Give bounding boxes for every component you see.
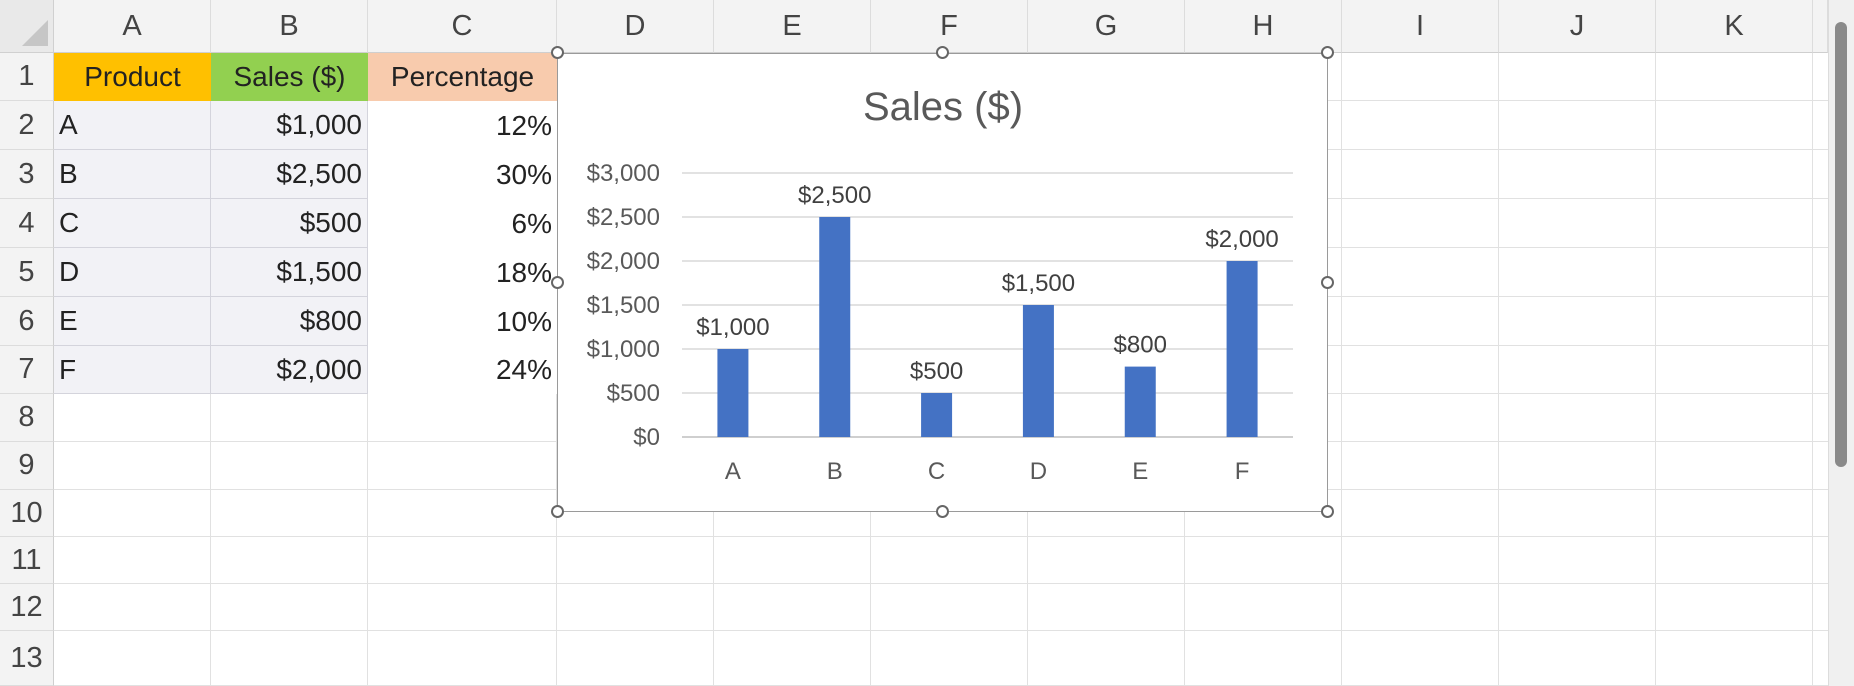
- bar-d[interactable]: [1022, 305, 1054, 437]
- resize-handle-top-left[interactable]: [551, 46, 564, 59]
- data-label-e: $800: [1114, 332, 1167, 359]
- data-label-c: $500: [910, 358, 963, 385]
- column-header-d[interactable]: D: [557, 0, 714, 53]
- resize-handle-bottom-left[interactable]: [551, 505, 564, 518]
- column-gridline: [1498, 53, 1499, 686]
- column-header-i[interactable]: I: [1342, 0, 1499, 53]
- column-header-c[interactable]: C: [368, 0, 557, 53]
- resize-handle-middle-left[interactable]: [551, 276, 564, 289]
- column-gridline: [1341, 53, 1342, 686]
- header-sales[interactable]: Sales ($): [211, 53, 368, 101]
- row-header-7[interactable]: 7: [0, 346, 54, 394]
- column-header-j[interactable]: J: [1499, 0, 1656, 53]
- bar-c[interactable]: [921, 393, 953, 437]
- bar-a[interactable]: [717, 349, 749, 437]
- chart-title: Sales ($): [863, 85, 1023, 129]
- resize-handle-bottom-right[interactable]: [1321, 505, 1334, 518]
- sales-bar-chart[interactable]: Sales ($) $0 $500 $1,000 $1,500 $2,000 $2,500…: [557, 53, 1328, 512]
- row-header-6[interactable]: 6: [0, 297, 54, 346]
- cell-sales[interactable]: $800: [211, 297, 368, 346]
- cell-percentage[interactable]: 18%: [368, 248, 557, 297]
- cell-product[interactable]: A: [54, 101, 211, 150]
- bar-e[interactable]: [1124, 366, 1156, 437]
- row-gridline: [54, 630, 1828, 631]
- y-tick-label: $3,000: [587, 160, 660, 187]
- chart-canvas: Sales ($) $0 $500 $1,000 $1,500 $2,000 $2,500…: [587, 85, 1293, 485]
- header-percentage[interactable]: Percentage: [368, 53, 557, 101]
- row-header-8[interactable]: 8: [0, 394, 54, 442]
- vertical-scrollbar-thumb[interactable]: [1835, 22, 1847, 467]
- cell-percentage[interactable]: 12%: [368, 101, 557, 150]
- row-header-1[interactable]: 1: [0, 53, 54, 101]
- column-header-g[interactable]: G: [1028, 0, 1185, 53]
- cell-percentage[interactable]: 6%: [368, 199, 557, 248]
- cell-product[interactable]: D: [54, 248, 211, 297]
- x-tick-label: F: [1235, 458, 1250, 485]
- column-header-b[interactable]: B: [211, 0, 368, 53]
- y-tick-label: $2,500: [587, 204, 660, 231]
- y-tick-label: $1,500: [587, 292, 660, 319]
- column-header-h[interactable]: H: [1185, 0, 1342, 53]
- row-header-3[interactable]: 3: [0, 150, 54, 199]
- select-all-triangle-icon: [22, 20, 48, 46]
- header-product[interactable]: Product: [54, 53, 211, 101]
- cell-percentage[interactable]: 30%: [368, 150, 557, 199]
- column-gridline: [1812, 53, 1813, 686]
- column-header-k[interactable]: K: [1656, 0, 1813, 53]
- cell-product[interactable]: F: [54, 346, 211, 394]
- row-header-2[interactable]: 2: [0, 101, 54, 150]
- row-gridline: [54, 583, 1828, 584]
- x-tick-label: B: [827, 458, 843, 485]
- cell-product[interactable]: C: [54, 199, 211, 248]
- y-tick-label: $2,000: [587, 248, 660, 275]
- y-tick-label: $1,000: [587, 336, 660, 363]
- row-header-12[interactable]: 12: [0, 584, 54, 631]
- cell-sales[interactable]: $2,000: [211, 346, 368, 394]
- x-tick-label: A: [725, 458, 741, 485]
- resize-handle-bottom-middle[interactable]: [936, 505, 949, 518]
- resize-handle-middle-right[interactable]: [1321, 276, 1334, 289]
- data-label-b: $2,500: [798, 182, 871, 209]
- cell-percentage[interactable]: 10%: [368, 297, 557, 346]
- column-header-overflow: [1813, 0, 1828, 53]
- bar-b[interactable]: [819, 217, 851, 437]
- row-header-10[interactable]: 10: [0, 490, 54, 537]
- x-tick-label: E: [1132, 458, 1148, 485]
- x-tick-label: C: [928, 458, 945, 485]
- data-label-a: $1,000: [696, 314, 769, 341]
- row-header-9[interactable]: 9: [0, 442, 54, 490]
- bar-f[interactable]: [1226, 261, 1258, 437]
- cell-percentage[interactable]: 24%: [368, 346, 557, 394]
- column-header-f[interactable]: F: [871, 0, 1028, 53]
- cell-product[interactable]: B: [54, 150, 211, 199]
- data-label-d: $1,500: [1002, 270, 1075, 297]
- select-all-corner[interactable]: [0, 0, 54, 53]
- cell-product[interactable]: E: [54, 297, 211, 346]
- column-gridline: [1655, 53, 1656, 686]
- row-header-11[interactable]: 11: [0, 537, 54, 584]
- vertical-scrollbar[interactable]: [1828, 0, 1854, 686]
- cell-sales[interactable]: $2,500: [211, 150, 368, 199]
- row-gridline: [54, 536, 1828, 537]
- column-header-e[interactable]: E: [714, 0, 871, 53]
- resize-handle-top-right[interactable]: [1321, 46, 1334, 59]
- y-tick-label: $500: [607, 380, 660, 407]
- y-tick-label: $0: [633, 424, 660, 451]
- cell-sales[interactable]: $1,000: [211, 101, 368, 150]
- resize-handle-top-middle[interactable]: [936, 46, 949, 59]
- row-header-13[interactable]: 13: [0, 631, 54, 686]
- row-header-4[interactable]: 4: [0, 199, 54, 248]
- column-header-a[interactable]: A: [54, 0, 211, 53]
- cell-sales[interactable]: $500: [211, 199, 368, 248]
- data-label-f: $2,000: [1205, 226, 1278, 253]
- x-tick-label: D: [1030, 458, 1047, 485]
- cell-sales[interactable]: $1,500: [211, 248, 368, 297]
- row-header-5[interactable]: 5: [0, 248, 54, 297]
